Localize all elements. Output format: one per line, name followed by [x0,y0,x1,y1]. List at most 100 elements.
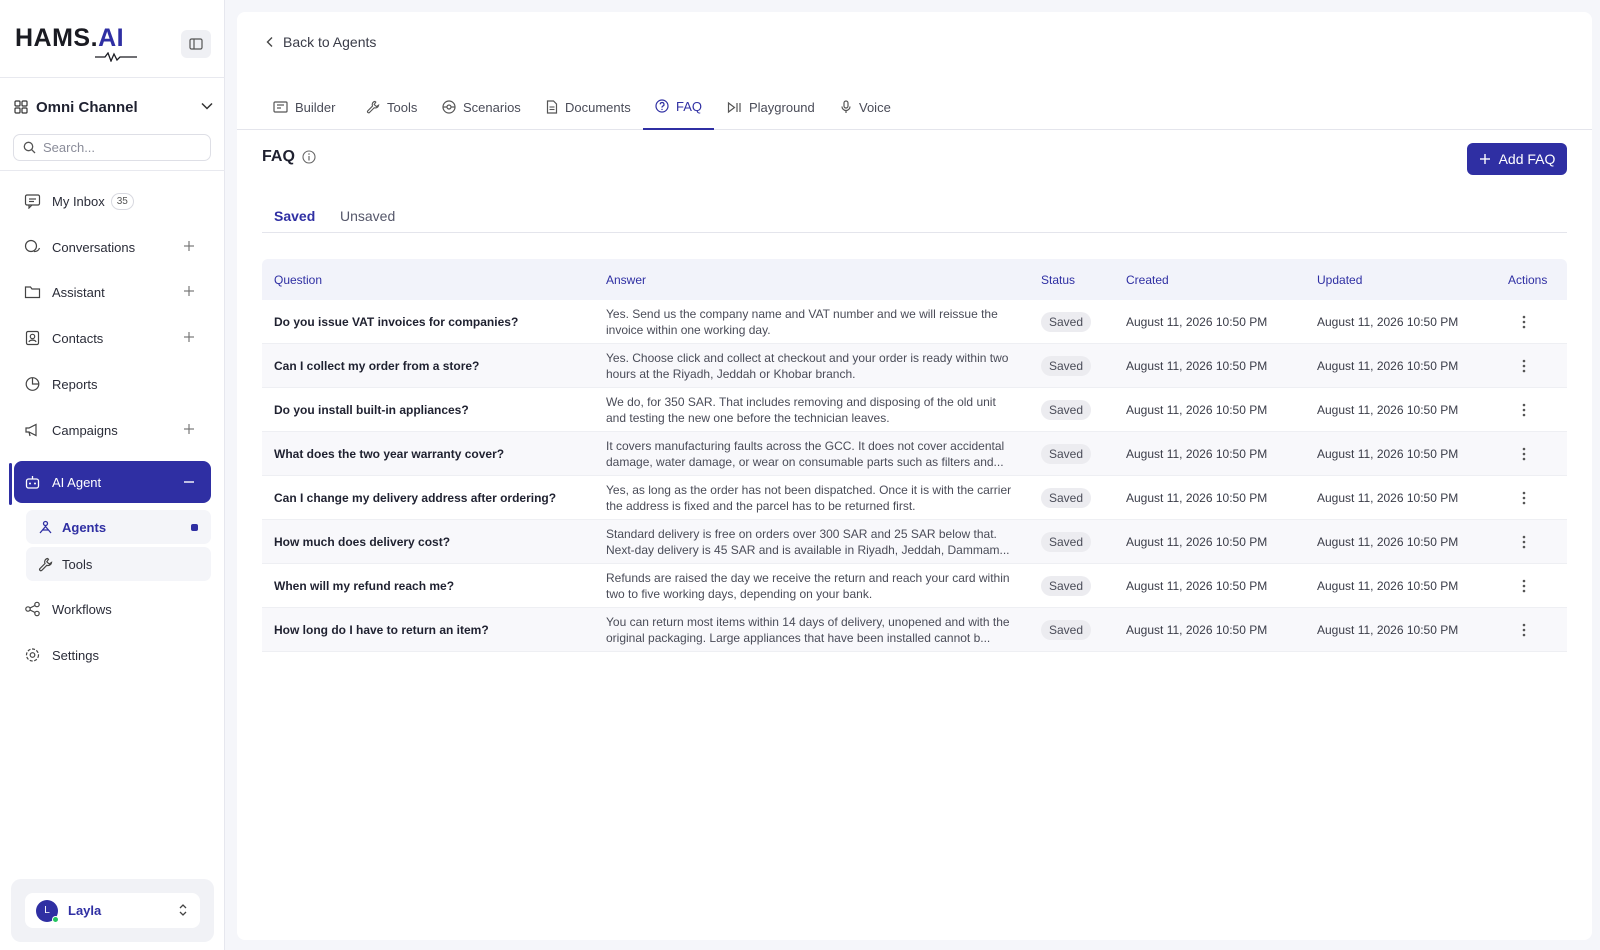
info-icon[interactable] [302,150,316,164]
cell-updated: August 11, 2026 10:50 PM [1317,403,1459,417]
tab-builder[interactable]: Builder [273,84,335,130]
cell-updated: August 11, 2026 10:50 PM [1317,359,1459,373]
nav-item-reports[interactable]: Reports [14,365,211,403]
cell-question: Can I change my delivery address after o… [274,491,557,505]
nav-item-conversations[interactable]: Conversations [14,228,211,266]
cell-answer: Yes. Choose click and collect at checkou… [606,351,1009,381]
brand-logo[interactable]: HAMS.AI [15,24,137,64]
user-switcher[interactable]: L Layla [25,893,200,928]
minus-icon[interactable] [183,476,195,488]
table-row[interactable]: Do you install built-in appliances? We d… [262,388,1567,432]
nav-item-settings[interactable]: Settings [14,636,211,674]
search-input[interactable] [43,140,193,155]
plus-icon[interactable] [183,240,195,252]
subtab-saved[interactable]: Saved [262,198,322,233]
cell-updated: August 11, 2026 10:50 PM [1317,579,1459,593]
tab-tools[interactable]: Tools [366,84,417,130]
more-vertical-icon [1522,535,1526,549]
row-actions-button[interactable] [1514,356,1534,376]
nav-item-my-inbox[interactable]: My Inbox 35 [14,182,211,220]
cell-created: August 11, 2026 10:50 PM [1126,491,1268,505]
table-header: Question Answer Status Created Updated A… [262,259,1567,300]
table-row[interactable]: When will my refund reach me? Refunds ar… [262,564,1567,608]
contacts-icon [25,330,40,346]
cell-answer: You can return most items within 14 days… [606,615,1010,645]
table-row[interactable]: What does the two year warranty cover? I… [262,432,1567,476]
plus-icon[interactable] [183,331,195,343]
channel-label: Omni Channel [36,98,138,116]
tab-documents[interactable]: Documents [546,84,631,130]
plus-icon[interactable] [183,423,195,435]
avatar: L [36,899,59,923]
nav-item-contacts[interactable]: Contacts [14,319,211,357]
more-vertical-icon [1522,447,1526,461]
table-row[interactable]: Do you issue VAT invoices for companies?… [262,300,1567,344]
nav-item-campaigns[interactable]: Campaigns [14,411,211,449]
inbox-icon [24,194,41,209]
search-box [13,134,211,161]
status-badge: Saved [1041,356,1092,376]
robot-icon [25,476,40,489]
more-vertical-icon [1522,359,1526,373]
row-actions-button[interactable] [1514,532,1534,552]
table-row[interactable]: How much does delivery cost? Standard de… [262,520,1567,564]
channel-selector[interactable]: Omni Channel [14,96,214,118]
tab-voice[interactable]: Voice [840,84,891,130]
add-faq-button[interactable]: Add FAQ [1467,143,1567,175]
cell-question: Can I collect my order from a store? [274,359,480,373]
nav-label: Campaigns [52,422,118,438]
nav-item-ai-agent[interactable]: AI Agent [14,461,211,503]
status-badge: Saved [1041,620,1092,640]
more-vertical-icon [1522,579,1526,593]
row-actions-button[interactable] [1514,576,1534,596]
tab-label: Documents [565,99,631,115]
main-panel: Back to Agents Builder Tools Scenarios D… [237,12,1592,940]
tab-playground[interactable]: Playground [727,84,815,130]
cell-answer: It covers manufacturing faults across th… [606,439,1005,469]
subtab-label: Saved [274,208,316,224]
collapse-sidebar-button[interactable] [181,30,211,58]
table-row[interactable]: How long do I have to return an item? Yo… [262,608,1567,652]
cell-created: August 11, 2026 10:50 PM [1126,359,1268,373]
question-icon [655,99,669,113]
active-indicator [9,463,12,505]
tab-label: Playground [749,99,815,115]
sub-item-tools[interactable]: Tools [26,547,211,581]
cell-answer: We do, for 350 SAR. That includes removi… [606,395,996,425]
row-actions-button[interactable] [1514,620,1534,640]
chevron-updown-icon [179,904,187,916]
table-row[interactable]: Can I collect my order from a store? Yes… [262,344,1567,388]
plus-icon[interactable] [183,285,195,297]
cell-question: What does the two year warranty cover? [274,447,505,461]
cell-question: How much does delivery cost? [274,535,451,549]
cell-question: When will my refund reach me? [274,579,455,593]
nav-item-assistant[interactable]: Assistant [14,273,211,311]
cell-updated: August 11, 2026 10:50 PM [1317,315,1459,329]
column-header-question: Question [274,273,323,287]
active-dot [191,524,198,531]
folder-icon [24,286,41,299]
row-actions-button[interactable] [1514,312,1534,332]
back-to-agents-link[interactable]: Back to Agents [265,34,376,50]
search-icon [23,141,36,154]
cell-created: August 11, 2026 10:50 PM [1126,447,1268,461]
sub-item-agents[interactable]: Agents [26,510,211,544]
row-actions-button[interactable] [1514,444,1534,464]
tab-scenarios[interactable]: Scenarios [442,84,521,130]
row-actions-button[interactable] [1514,488,1534,508]
nav-label: AI Agent [52,474,102,490]
divider [0,170,225,171]
subtab-unsaved[interactable]: Unsaved [340,198,395,233]
nav-label: Settings [52,647,99,663]
row-actions-button[interactable] [1514,400,1534,420]
sub-item-label: Agents [62,519,107,535]
tab-label: Voice [859,99,891,115]
nav-item-workflows[interactable]: Workflows [14,590,211,628]
cell-updated: August 11, 2026 10:50 PM [1317,447,1459,461]
table-row[interactable]: Can I change my delivery address after o… [262,476,1567,520]
more-vertical-icon [1522,623,1526,637]
brand-name: HAMS. [15,24,99,52]
nav-label: My Inbox [52,193,105,209]
cell-updated: August 11, 2026 10:50 PM [1317,623,1459,637]
tab-faq[interactable]: FAQ [643,84,715,130]
